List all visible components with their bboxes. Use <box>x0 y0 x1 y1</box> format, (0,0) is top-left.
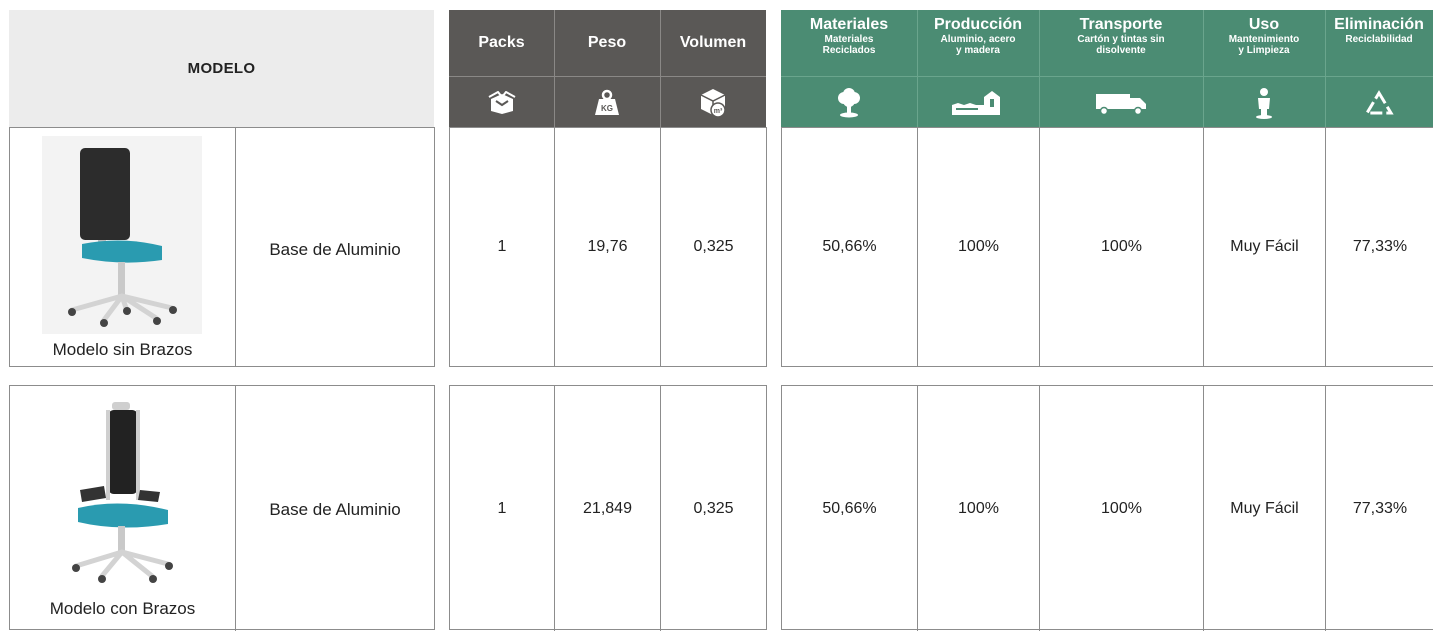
green-separator <box>1039 10 1040 127</box>
header-volumen-label: Volumen <box>679 33 747 51</box>
table-row-model: Modelo con Brazos Base de Aluminio <box>9 385 435 631</box>
model-caption: Modelo sin Brazos <box>52 340 193 359</box>
gray-separator <box>660 10 661 127</box>
header-transporte-title: Transporte <box>1079 16 1163 33</box>
header-packs: Packs <box>449 10 554 127</box>
header-packs-label: Packs <box>478 33 525 51</box>
box-icon <box>449 76 554 128</box>
transporte-value: 100% <box>1101 500 1142 517</box>
header-produccion-title: Producción <box>933 16 1022 33</box>
variant-label: Base de Aluminio <box>269 240 401 259</box>
header-eliminacion-title: Eliminación <box>1334 16 1424 33</box>
eco-row: 50,66% 100% 100% Muy Fácil 77,33% <box>781 127 1433 367</box>
uso-value: Muy Fácil <box>1230 500 1299 517</box>
volume-cube-icon: m³ <box>660 76 766 128</box>
recycle-icon <box>1325 76 1433 127</box>
header-eliminacion-sub: Reciclabilidad <box>1345 34 1413 45</box>
weight-icon: KG <box>554 76 660 128</box>
green-separator <box>1203 10 1204 127</box>
header-materiales-title: Materiales <box>809 16 889 33</box>
header-materiales-sub: Materiales Reciclados <box>822 34 876 56</box>
factory-icon <box>917 76 1039 128</box>
volumen-value: 0,325 <box>693 500 734 517</box>
model-header-label: MODELO <box>187 60 256 77</box>
eliminacion-value: 77,33% <box>1352 238 1408 255</box>
chair-image <box>50 398 200 593</box>
header-transporte-sub: Cartón y tintas sin <box>1077 34 1165 45</box>
volumen-value: 0,325 <box>693 238 734 255</box>
chair-image <box>42 136 202 334</box>
materiales-value: 50,66% <box>822 500 877 517</box>
header-volumen: Volumen m³ <box>660 10 766 127</box>
header-peso: Peso KG <box>554 10 660 127</box>
produccion-value: 100% <box>958 500 999 517</box>
eco-header: Materiales Materiales Reciclados Producc… <box>781 10 1433 127</box>
model-header: MODELO <box>9 10 434 127</box>
svg-text:KG: KG <box>601 104 613 113</box>
header-produccion-sub: Aluminio, acero y madera <box>940 34 1016 56</box>
packs-value: 1 <box>497 238 507 255</box>
header-uso: Uso Mantenimiento y Limpieza <box>1203 10 1325 127</box>
eco-row: 50,66% 100% 100% Muy Fácil 77,33% <box>781 385 1433 631</box>
packs-value: 1 <box>497 500 507 517</box>
truck-icon <box>1039 76 1203 128</box>
header-transporte-sub2: disolvente <box>1096 45 1146 56</box>
model-caption: Modelo con Brazos <box>49 599 196 618</box>
uso-value: Muy Fácil <box>1230 238 1299 255</box>
metrics-row: 1 21,849 0,325 <box>449 385 767 631</box>
gray-separator <box>554 10 555 127</box>
metrics-row: 1 19,76 0,325 <box>449 127 767 367</box>
produccion-value: 100% <box>958 238 999 255</box>
green-separator <box>1325 10 1326 127</box>
eliminacion-value: 77,33% <box>1352 500 1408 517</box>
tree-icon <box>781 76 917 128</box>
header-transporte: Transporte Cartón y tintas sin disolvent… <box>1039 10 1203 127</box>
variant-label: Base de Aluminio <box>269 500 401 519</box>
table-row-model: Modelo sin Brazos Base de Aluminio <box>9 127 435 367</box>
header-peso-label: Peso <box>587 33 627 51</box>
peso-value: 19,76 <box>587 238 628 255</box>
peso-value: 21,849 <box>583 500 632 517</box>
person-icon <box>1203 76 1325 128</box>
header-eliminacion: Eliminación Reciclabilidad <box>1325 10 1433 127</box>
transporte-value: 100% <box>1101 238 1142 255</box>
svg-text:m³: m³ <box>714 108 723 115</box>
green-separator <box>917 10 918 127</box>
header-uso-title: Uso <box>1248 16 1280 33</box>
materiales-value: 50,66% <box>822 238 877 255</box>
header-uso-sub: Mantenimiento y Limpieza <box>1228 34 1300 56</box>
header-materiales: Materiales Materiales Reciclados <box>781 10 917 127</box>
header-produccion: Producción Aluminio, acero y madera <box>917 10 1039 127</box>
metrics-header: Packs Peso KG Volumen m³ <box>449 10 766 127</box>
